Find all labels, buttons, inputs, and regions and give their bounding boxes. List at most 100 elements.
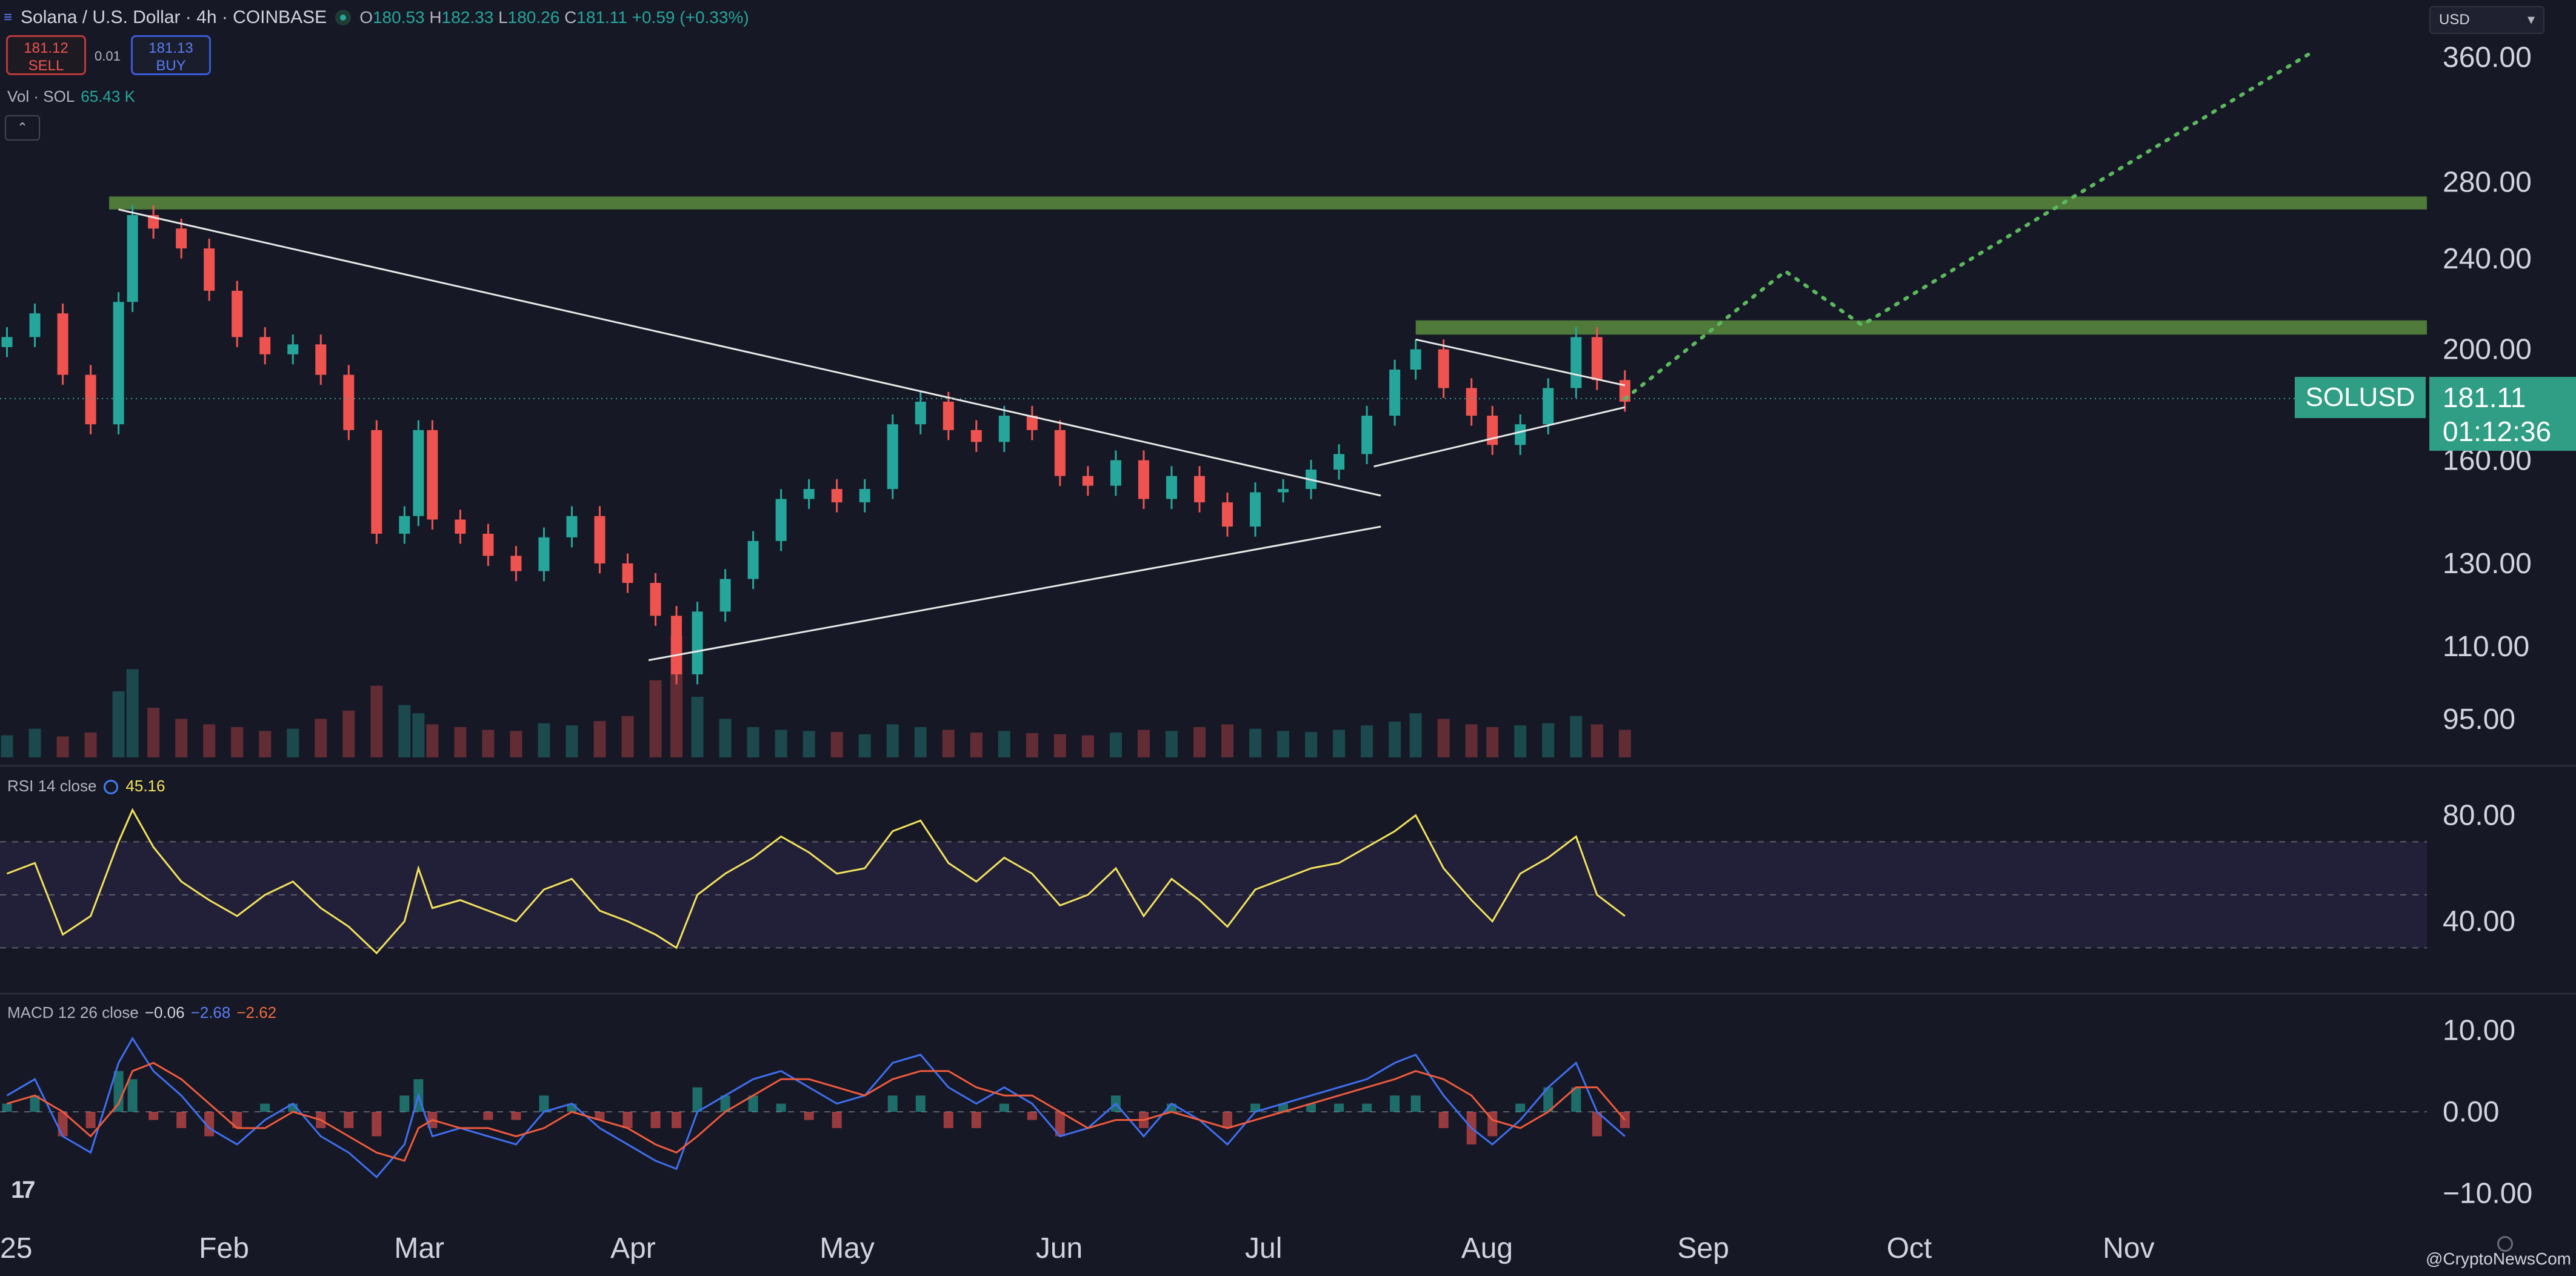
macd-histogram-bar (344, 1112, 354, 1128)
volume-bar (482, 729, 495, 757)
volume-bar (1389, 721, 1401, 757)
watermark: @CryptoNewsCom (2425, 1249, 2571, 1268)
macd-histogram-bar (113, 1071, 124, 1112)
price-axis-label: 200.00 (2443, 334, 2532, 366)
volume-bar (1437, 719, 1450, 757)
price-axis-label: 130.00 (2443, 548, 2532, 580)
candle (57, 313, 68, 375)
trendline (1373, 406, 1626, 468)
volume-bar (998, 731, 1010, 757)
projection-path (1623, 52, 2311, 401)
last-price: 181.11 (2443, 382, 2526, 413)
volume-bar (259, 731, 272, 757)
volume-bar (775, 729, 787, 757)
volume-bar (1409, 713, 1422, 757)
volume-bar (315, 719, 327, 757)
macd-histogram-bar (372, 1112, 382, 1137)
volume-bar (970, 733, 983, 757)
symbol-price-label: SOLUSD (2295, 377, 2426, 418)
macd-histogram-bar (539, 1095, 549, 1112)
candle (1438, 349, 1449, 388)
tradingview-logo[interactable]: 17 (11, 1177, 35, 1204)
rsi-axis-label: 40.00 (2443, 906, 2515, 938)
volume-bar (538, 723, 550, 757)
chart-canvas[interactable]: 95.00110.00130.00160.00200.00240.00280.0… (0, 0, 2576, 1276)
volume-bar (1109, 733, 1122, 757)
volume-bar (858, 734, 871, 757)
candle (85, 374, 96, 425)
time-axis-label: May (819, 1232, 875, 1264)
candle (315, 344, 327, 375)
price-axis-label: 110.00 (2443, 631, 2529, 663)
candle (232, 290, 243, 337)
volume-bar (398, 705, 411, 757)
macd-histogram-bar (650, 1112, 661, 1128)
volume-bar (56, 736, 69, 757)
time-axis-label: Sep (1677, 1232, 1729, 1264)
macd-histogram-bar (2, 1103, 12, 1112)
candle (1361, 416, 1373, 454)
volume-bar (126, 669, 139, 757)
volume-bar (1465, 724, 1478, 757)
volume-bar (719, 719, 732, 757)
candle (566, 516, 578, 537)
candle (970, 430, 982, 442)
volume-bar (1361, 725, 1373, 757)
macd-histogram-bar (399, 1095, 410, 1112)
volume-bar (1081, 735, 1094, 757)
volume-bar (1570, 716, 1583, 757)
time-axis-label: Aug (1461, 1232, 1513, 1264)
candle (29, 313, 41, 337)
candle (887, 424, 898, 490)
candle (1166, 476, 1177, 499)
macd-histogram-bar (483, 1112, 493, 1120)
volume-bar (566, 725, 578, 757)
candle (1222, 502, 1233, 527)
time-axis-label: Feb (199, 1232, 249, 1264)
trendline (118, 208, 1381, 497)
macd-histogram-bar (1390, 1095, 1400, 1112)
candle (538, 537, 550, 571)
candle (371, 430, 382, 534)
candle (859, 489, 870, 503)
volume-bar (510, 731, 522, 757)
volume-bar (147, 708, 160, 757)
volume-bar (1053, 734, 1066, 757)
volume-bar (175, 719, 188, 757)
price-axis-label: 280.00 (2443, 167, 2532, 199)
candle (510, 556, 522, 571)
candle (343, 374, 355, 430)
volume-bar (1514, 725, 1527, 757)
macd-histogram-bar (971, 1112, 981, 1128)
volume-bar (1590, 724, 1603, 757)
candle (1, 337, 13, 347)
time-axis-label: Nov (2103, 1232, 2154, 1264)
candle (399, 516, 410, 534)
candle (671, 616, 682, 674)
candle (1333, 454, 1345, 470)
candle (1110, 460, 1121, 486)
volume-bar (830, 732, 843, 757)
candle (1570, 337, 1582, 388)
candle (594, 516, 606, 563)
macd-histogram-bar (1438, 1112, 1449, 1128)
candle (1591, 337, 1603, 380)
volume-bar (287, 728, 299, 757)
candle (1389, 370, 1401, 416)
macd-histogram-bar (148, 1112, 159, 1120)
candle (259, 337, 271, 354)
macd-histogram-bar (776, 1103, 786, 1112)
volume-bar (231, 727, 244, 757)
macd-histogram-bar (672, 1112, 682, 1128)
time-axis-label: Mar (394, 1232, 444, 1264)
macd-histogram-bar (804, 1112, 814, 1120)
candle (176, 228, 187, 249)
volume-bar (28, 728, 41, 757)
macd-histogram-bar (915, 1095, 926, 1112)
candle (1054, 430, 1066, 476)
volume-bar (1333, 729, 1346, 757)
volume-bar (1618, 729, 1631, 757)
price-axis-label: 360.00 (2443, 41, 2532, 73)
volume-bar (621, 716, 634, 757)
candle (622, 563, 633, 583)
